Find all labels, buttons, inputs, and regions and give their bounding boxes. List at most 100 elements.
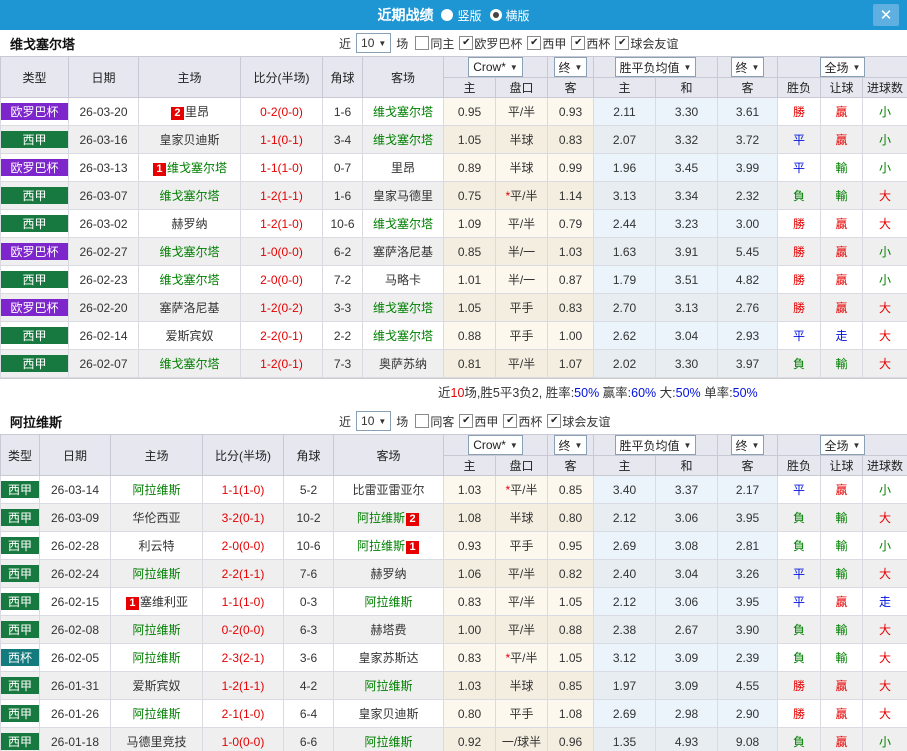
goals-result: 小	[861, 153, 907, 182]
final-odds-select[interactable]: 终 ▼	[553, 57, 588, 77]
checked-checkbox-icon: ✔	[527, 36, 542, 50]
home-team: 阿拉维斯	[110, 475, 203, 504]
mean-draw-odds: 2.67	[655, 615, 718, 644]
mean-away-odds: 2.81	[717, 531, 778, 560]
handicap-line: 平手	[495, 531, 548, 560]
column-header: 客场	[362, 56, 444, 98]
match-row: 西甲 26-01-18 马德里竞技 1-0(0-0) 6-6 阿拉维斯 0.92 一/球半 0.…	[0, 727, 907, 751]
home-team: 维戈塞尔塔	[138, 349, 241, 378]
competition-filter[interactable]: ✔ 球会友谊	[547, 413, 610, 430]
odds-company-select[interactable]: Crow* ▼	[468, 435, 523, 455]
competition-filter[interactable]: ✔ 球会友谊	[615, 35, 678, 52]
final-odds-select[interactable]: 终 ▼	[553, 435, 588, 455]
competition-filter[interactable]: ✔ 西甲	[459, 413, 498, 430]
recent-count-select[interactable]: 10 ▼	[356, 33, 392, 53]
odds-home: 0.95	[443, 97, 496, 126]
corner-score: 10-6	[283, 531, 334, 560]
match-date: 26-03-13	[68, 153, 139, 182]
away-team: 赫罗纳	[333, 559, 444, 588]
column-subheader: 主	[593, 77, 656, 98]
mean-home-odds: 2.02	[593, 349, 656, 378]
mean-odds-select[interactable]: 胜平负均值 ▼	[614, 435, 697, 455]
handicap-line: 半球	[495, 125, 548, 154]
summary-row: 近10场,胜5平3负2, 胜率:50% 赢率:60% 大:50% 单率:50%	[0, 378, 907, 408]
competition-filter[interactable]: ✔ 西杯	[503, 413, 542, 430]
match-row: 西甲 26-03-02 赫罗纳 1-2(1-0) 10-6 维戈塞尔塔 1.09 平/半 0.7…	[0, 209, 907, 238]
outcome-result: 勝	[777, 293, 821, 322]
titlebar: 近期战绩 竖版 横版 ✕	[0, 0, 907, 30]
unchecked-checkbox-icon	[415, 414, 430, 428]
matches-table: 类型 日期 主场 比分(半场) 角球 客场 Crow* ▼ 终 ▼ 胜平负均值 ▼ 终 ▼ 全场 ▼ 主盘口客主…	[0, 56, 907, 378]
vertical-mode-radio[interactable]: 竖版	[441, 7, 482, 24]
outcome-result: 勝	[777, 699, 821, 728]
handicap-result: 贏	[820, 125, 863, 154]
competition-badge: 西甲	[1, 187, 68, 204]
home-team: 塞萨洛尼基	[138, 293, 241, 322]
odds-home: 1.09	[443, 209, 496, 238]
match-row: 欧罗巴杯 26-02-20 塞萨洛尼基 1-2(0-2) 3-3 维戈塞尔塔 1.05 平手 0…	[0, 293, 907, 322]
score: 2-2(1-1)	[202, 559, 284, 588]
section-head: 阿拉维斯 近 10 ▼ 场同客 ✔ 西甲 ✔ 西杯 ✔ 球会友谊	[0, 408, 907, 434]
odds-home: 0.83	[443, 587, 496, 616]
corner-score: 3-6	[283, 643, 334, 672]
match-date: 26-01-18	[39, 727, 111, 751]
odds-away: 1.07	[547, 349, 594, 378]
competition-badge: 西甲	[1, 593, 39, 610]
same-venue-filter[interactable]: 同主	[415, 35, 454, 52]
full-match-select[interactable]: 全场 ▼	[819, 435, 866, 455]
star-mark: *	[505, 651, 511, 665]
competition-filter[interactable]: ✔ 西甲	[527, 35, 566, 52]
mean-home-odds: 2.38	[593, 615, 656, 644]
mean-draw-odds: 3.04	[655, 559, 718, 588]
same-venue-filter[interactable]: 同客	[415, 413, 454, 430]
mean-draw-odds: 3.30	[655, 349, 718, 378]
mean-home-odds: 2.07	[593, 125, 656, 154]
match-row: 西甲 26-02-23 维戈塞尔塔 2-0(0-0) 7-2 马略卡 1.01 半/一 0.87…	[0, 265, 907, 294]
matches-table: 类型 日期 主场 比分(半场) 角球 客场 Crow* ▼ 终 ▼ 胜平负均值 ▼ 终 ▼ 全场 ▼ 主盘口客主…	[0, 434, 907, 751]
score: 1-1(1-0)	[202, 587, 284, 616]
horizontal-mode-radio[interactable]: 横版	[489, 7, 530, 24]
odds-home: 1.03	[443, 475, 496, 504]
handicap-line: 半/一	[495, 265, 548, 294]
final-mean-select[interactable]: 终 ▼	[730, 435, 765, 455]
column-subheader: 主	[593, 455, 656, 476]
column-header: 角球	[322, 56, 363, 98]
odds-company-select[interactable]: Crow* ▼	[468, 57, 523, 77]
competition-badge: 西甲	[1, 537, 39, 554]
competition-badge: 西甲	[1, 509, 39, 526]
away-team: 皇家马德里	[362, 181, 444, 210]
star-mark: *	[505, 483, 511, 497]
match-row: 西甲 26-02-08 阿拉维斯 0-2(0-0) 6-3 赫塔费 1.00 平/半 0.88 2…	[0, 615, 907, 644]
goals-result: 小	[861, 475, 907, 504]
mean-home-odds: 2.40	[593, 559, 656, 588]
column-subheader: 进球数	[861, 455, 907, 476]
unchecked-checkbox-icon	[415, 36, 430, 50]
match-date: 26-02-08	[39, 615, 111, 644]
column-subheader: 客	[717, 77, 778, 98]
recent-count-select[interactable]: 10 ▼	[356, 411, 392, 431]
mean-home-odds: 3.12	[593, 643, 656, 672]
summary-segment: 赢率:	[599, 386, 632, 400]
column-subheader: 和	[655, 77, 718, 98]
red-card-badge: 2	[406, 513, 419, 526]
home-team: 维戈塞尔塔	[138, 237, 241, 266]
corner-score: 3-4	[322, 125, 363, 154]
chevron-down-icon: ▼	[751, 62, 760, 72]
section-head: 维戈塞尔塔 近 10 ▼ 场同主 ✔ 欧罗巴杯 ✔ 西甲 ✔ 西杯 ✔ 球会友谊	[0, 30, 907, 56]
competition-filter[interactable]: ✔ 欧罗巴杯	[459, 35, 522, 52]
mean-home-odds: 2.69	[593, 699, 656, 728]
close-button[interactable]: ✕	[873, 4, 899, 26]
score: 1-2(1-1)	[240, 181, 323, 210]
final-mean-select[interactable]: 终 ▼	[730, 57, 765, 77]
mean-odds-select[interactable]: 胜平负均值 ▼	[614, 57, 697, 77]
full-match-select[interactable]: 全场 ▼	[819, 57, 866, 77]
outcome-result: 勝	[777, 671, 821, 700]
competition-badge: 西甲	[1, 215, 68, 232]
match-row: 西甲 26-02-24 阿拉维斯 2-2(1-1) 7-6 赫罗纳 1.06 平/半 0.82 2…	[0, 559, 907, 588]
competition-filter[interactable]: ✔ 西杯	[571, 35, 610, 52]
mean-home-odds: 2.70	[593, 293, 656, 322]
corner-score: 7-6	[283, 559, 334, 588]
handicap-result: 贏	[820, 293, 863, 322]
corner-score: 1-6	[322, 97, 363, 126]
competition-badge: 西甲	[1, 705, 39, 722]
